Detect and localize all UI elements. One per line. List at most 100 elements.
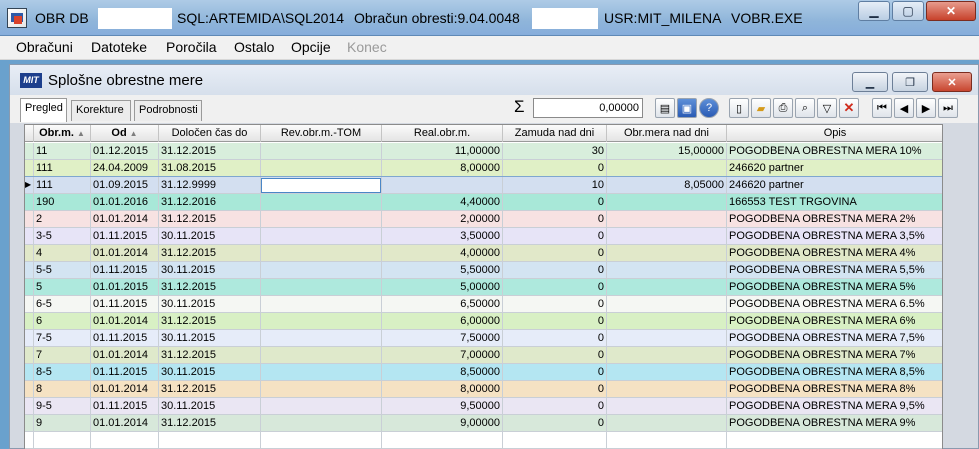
open-folder-icon[interactable]: ▰ [751,98,771,118]
cell-doloceno-do[interactable]: 30.11.2015 [159,262,261,279]
table-row[interactable]: 9-5 01.11.2015 30.11.2015 9,50000 0 POGODBENA… [25,398,942,415]
table-row[interactable]: ▶ 111 01.09.2015 31.12.9999 10 8,05000 246620 … [25,176,942,195]
cell-opis[interactable]: POGODBENA OBRESTNA MERA 5% [727,279,942,296]
table-row[interactable]: 9 01.01.2014 31.12.2015 9,00000 0 POGODBENA O… [25,415,942,432]
cell-real-obrm[interactable]: 2,00000 [382,211,503,228]
cell-obrm[interactable]: 7 [34,347,91,364]
cell-zamuda[interactable]: 0 [503,194,607,211]
table-row[interactable]: 5-5 01.11.2015 30.11.2015 5,50000 0 POGODBENA… [25,262,942,279]
cell-obrm[interactable]: 6 [34,313,91,330]
cell-zamuda[interactable]: 0 [503,262,607,279]
menu-porocila[interactable]: Poročila [166,39,217,55]
cell-obrm[interactable]: 9 [34,415,91,432]
cell-zamuda[interactable] [503,432,607,449]
cell-od[interactable]: 01.01.2016 [91,194,159,211]
cell-zamuda[interactable]: 10 [503,177,607,194]
report-icon[interactable]: ▤ [655,98,675,118]
cell-real-obrm[interactable] [382,177,503,194]
cell-opis[interactable]: POGODBENA OBRESTNA MERA 8,5% [727,364,942,381]
cell-obr-mera[interactable] [607,211,727,228]
cell-rev-obrm[interactable] [261,432,382,449]
cell-obr-mera[interactable] [607,194,727,211]
cell-real-obrm[interactable]: 9,00000 [382,415,503,432]
cell-rev-obrm[interactable] [261,347,382,364]
cell-real-obrm[interactable]: 6,00000 [382,313,503,330]
cell-obrm[interactable]: 5 [34,279,91,296]
menu-ostalo[interactable]: Ostalo [234,39,274,55]
cell-real-obrm[interactable]: 9,50000 [382,398,503,415]
cell-doloceno-do[interactable]: 31.12.2015 [159,415,261,432]
cell-real-obrm[interactable]: 4,00000 [382,245,503,262]
inner-minimize-button[interactable]: ▁ [852,72,888,92]
cell-real-obrm[interactable] [382,432,503,449]
header-real-obrm[interactable]: Real.obr.m. [382,125,503,142]
cell-opis[interactable]: POGODBENA OBRESTNA MERA 5,5% [727,262,942,279]
header-doloceno-do[interactable]: Določen čas do [159,125,261,142]
cell-od[interactable]: 01.01.2014 [91,211,159,228]
cell-od[interactable]: 01.11.2015 [91,364,159,381]
cell-zamuda[interactable]: 0 [503,211,607,228]
cell-rev-obrm[interactable] [261,228,382,245]
cell-opis[interactable]: POGODBENA OBRESTNA MERA 2% [727,211,942,228]
previous-record-icon[interactable]: ◀ [894,98,914,118]
cell-real-obrm[interactable]: 3,50000 [382,228,503,245]
cell-doloceno-do[interactable]: 31.12.2015 [159,313,261,330]
data-grid[interactable]: Obr.m. ▲ Od ▲ Določen čas do Rev.obr.m.-TO… [24,124,943,449]
cell-zamuda[interactable]: 0 [503,381,607,398]
cell-zamuda[interactable]: 0 [503,296,607,313]
delete-icon[interactable]: ✕ [839,98,859,118]
cell-rev-obrm[interactable] [261,381,382,398]
table-row[interactable] [25,432,942,449]
cell-obr-mera[interactable] [607,262,727,279]
cell-doloceno-do[interactable]: 31.12.2015 [159,143,261,160]
cell-doloceno-do[interactable]: 30.11.2015 [159,228,261,245]
cell-doloceno-do[interactable]: 31.12.2015 [159,245,261,262]
cell-opis[interactable]: 166553 TEST TRGOVINA [727,194,942,211]
cell-obr-mera[interactable]: 15,00000 [607,143,727,160]
cell-zamuda[interactable]: 0 [503,228,607,245]
first-record-icon[interactable]: ⏮ [872,98,892,118]
cell-rev-obrm[interactable] [261,415,382,432]
cell-opis[interactable]: POGODBENA OBRESTNA MERA 10% [727,143,942,160]
cell-rev-obrm[interactable] [261,279,382,296]
cell-real-obrm[interactable]: 8,50000 [382,364,503,381]
cell-real-obrm[interactable]: 5,50000 [382,262,503,279]
cell-od[interactable]: 01.01.2014 [91,313,159,330]
menu-datoteke[interactable]: Datoteke [91,39,147,55]
cell-zamuda[interactable]: 0 [503,313,607,330]
cell-real-obrm[interactable]: 4,40000 [382,194,503,211]
cell-opis[interactable]: POGODBENA OBRESTNA MERA 7% [727,347,942,364]
cell-od[interactable]: 01.01.2014 [91,245,159,262]
cell-od[interactable]: 01.01.2014 [91,347,159,364]
cell-opis[interactable]: POGODBENA OBRESTNA MERA 6% [727,313,942,330]
cell-zamuda[interactable]: 0 [503,279,607,296]
cell-rev-obrm[interactable] [261,296,382,313]
header-obr-mera[interactable]: Obr.mera nad dni [607,125,727,142]
table-row[interactable]: 7 01.01.2014 31.12.2015 7,00000 0 POGODBENA O… [25,347,942,364]
cell-doloceno-do[interactable]: 30.11.2015 [159,330,261,347]
maximize-button[interactable]: ▢ [892,1,924,21]
table-row[interactable]: 111 24.04.2009 31.08.2015 8,00000 0 246620 pa… [25,160,942,177]
table-row[interactable]: 2 01.01.2014 31.12.2015 2,00000 0 POGODBENA O… [25,211,942,228]
cell-real-obrm[interactable]: 5,00000 [382,279,503,296]
cell-od[interactable] [91,432,159,449]
cell-obrm[interactable]: 3-5 [34,228,91,245]
cell-doloceno-do[interactable]: 30.11.2015 [159,398,261,415]
cell-obrm[interactable]: 9-5 [34,398,91,415]
cell-rev-obrm[interactable] [261,211,382,228]
cell-rev-obrm[interactable] [261,330,382,347]
cell-zamuda[interactable]: 0 [503,160,607,177]
cell-obrm[interactable]: 7-5 [34,330,91,347]
cell-rev-obrm[interactable] [261,398,382,415]
cell-obrm[interactable]: 4 [34,245,91,262]
cell-od[interactable]: 01.11.2015 [91,296,159,313]
app-icon[interactable] [7,8,27,28]
cell-real-obrm[interactable]: 11,00000 [382,143,503,160]
header-od[interactable]: Od ▲ [91,125,159,142]
cell-rev-obrm[interactable] [261,194,382,211]
last-record-icon[interactable]: ⏭ [938,98,958,118]
cell-obr-mera[interactable] [607,364,727,381]
cell-doloceno-do[interactable]: 30.11.2015 [159,296,261,313]
cell-opis[interactable]: POGODBENA OBRESTNA MERA 3,5% [727,228,942,245]
cell-doloceno-do[interactable]: 31.08.2015 [159,160,261,177]
